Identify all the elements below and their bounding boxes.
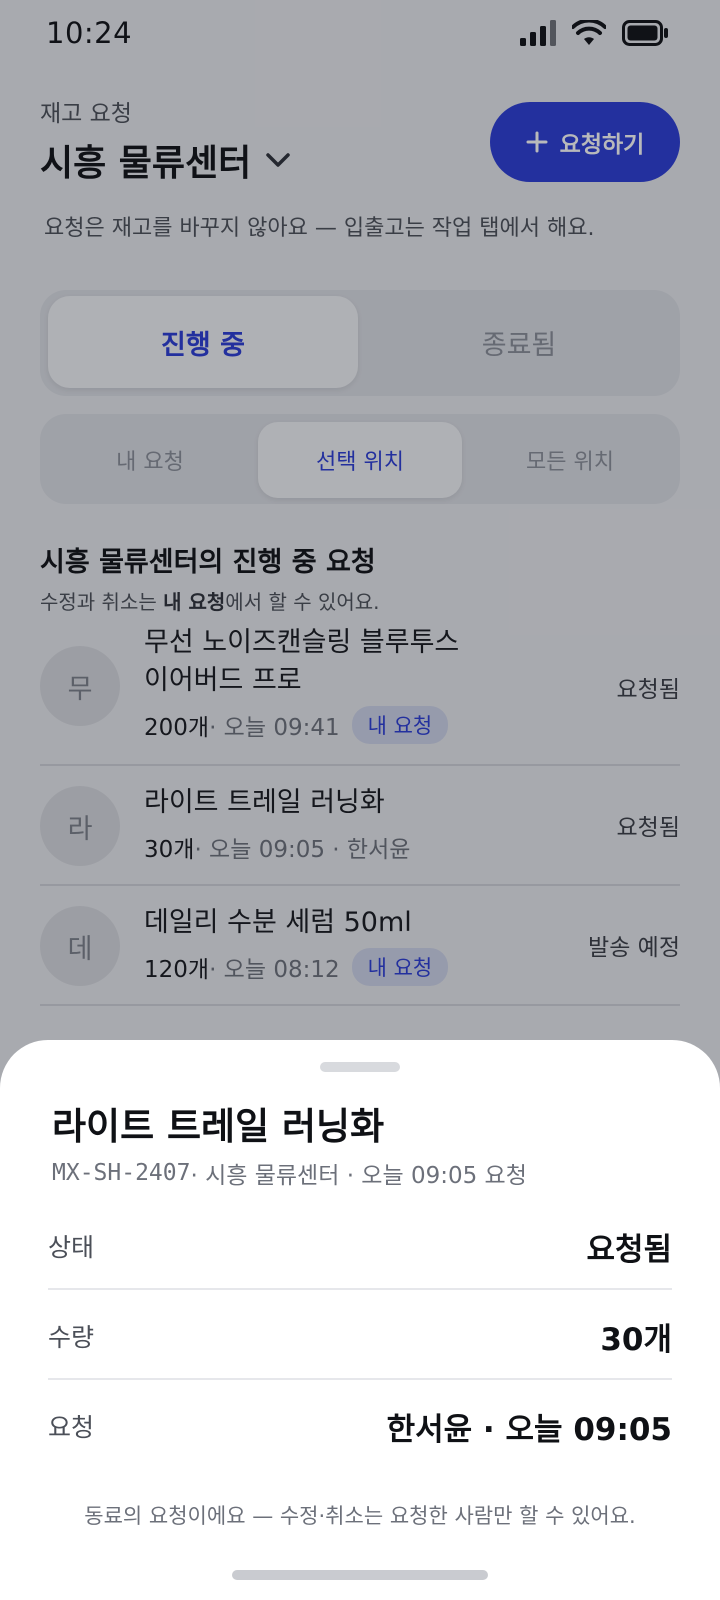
- home-indicator: [232, 1570, 488, 1580]
- screen: 10:24 재고 요청 시흥 물류센터 요청하기 요청은 재고를 바꾸지 않아요…: [0, 0, 720, 1600]
- sheet-grabber[interactable]: [320, 1062, 400, 1072]
- sheet-title: 라이트 트레일 러닝화: [52, 1105, 385, 1148]
- detail-value: 30개: [600, 1322, 672, 1358]
- detail-label: 수량: [48, 1323, 95, 1352]
- detail-label: 상태: [48, 1233, 95, 1262]
- detail-label: 요청: [48, 1413, 95, 1442]
- detail-value: 한서윤 · 오늘 09:05: [386, 1412, 672, 1448]
- sku-code: MX-SH-2407: [52, 1160, 191, 1186]
- detail-row-quantity: 수량 30개: [48, 1290, 672, 1380]
- detail-bottom-sheet: 라이트 트레일 러닝화 MX-SH-2407 · 시흥 물류센터 · 오늘 09…: [0, 1040, 720, 1600]
- detail-value: 요청됨: [586, 1232, 672, 1268]
- sheet-subtitle: MX-SH-2407 · 시흥 물류센터 · 오늘 09:05 요청: [52, 1156, 527, 1190]
- sheet-sub-rest: · 시흥 물류센터 · 오늘 09:05 요청: [190, 1163, 527, 1189]
- detail-row-requester: 요청 한서윤 · 오늘 09:05: [48, 1380, 672, 1470]
- sheet-note: 동료의 요청이에요 — 수정·취소는 요청한 사람만 할 수 있어요.: [84, 1504, 636, 1528]
- detail-row-status: 상태 요청됨: [48, 1200, 672, 1290]
